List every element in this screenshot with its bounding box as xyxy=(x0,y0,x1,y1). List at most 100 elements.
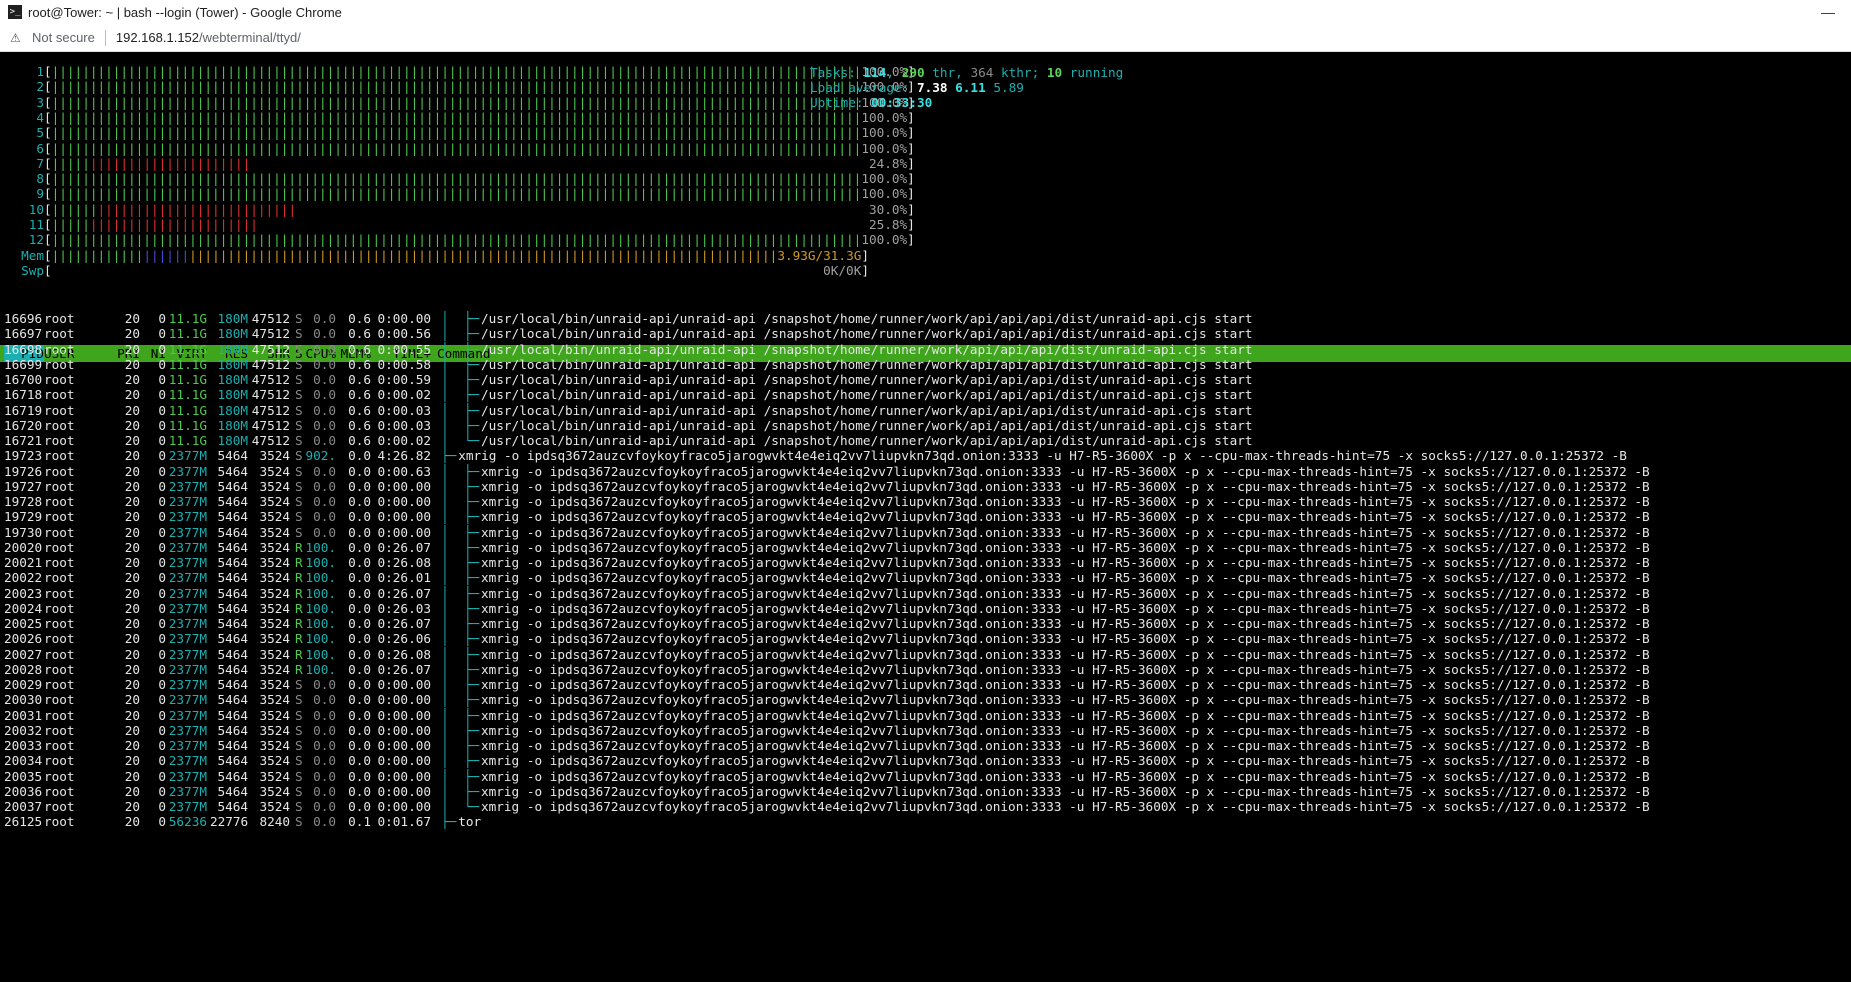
load-5min: 6.11 xyxy=(955,80,986,95)
mem-cell: 0.1 xyxy=(348,814,371,830)
cpu-usage-bar: ||||||||||||||||||||||||||||||||||||||||… xyxy=(52,141,862,156)
load-1min: 7.38 xyxy=(916,80,948,95)
tasks-count: 114 xyxy=(863,65,887,80)
cpu-usage-bar: ||||||||||||||||||||||||||||||||||||||||… xyxy=(52,95,862,110)
cpu-percent: 100.0% xyxy=(861,186,908,202)
running-count: 10 xyxy=(1046,65,1063,80)
meter-close-bracket: ] xyxy=(907,186,915,202)
command-cell: tor xyxy=(458,814,482,830)
tree-branch: ├─ xyxy=(441,814,457,830)
nice-cell: 0 xyxy=(158,814,166,830)
meter-close-bracket: ] xyxy=(907,171,915,187)
cpu-usage-bar: |||||||||||||||||||||||||||||||| xyxy=(52,202,296,217)
address-divider xyxy=(104,29,106,46)
cpu-usage-bar: ||||||||||||||||||||||||||||||||||||||||… xyxy=(52,110,862,125)
meter-close-bracket: ] xyxy=(907,201,915,217)
bar-user-segment: ||||||||||||||||||||||||||||||||||||||||… xyxy=(51,171,862,187)
mem-cache-segment: ||||||||||||||||||||||||||||||||||||||||… xyxy=(189,247,778,263)
virt-cell: 56236 xyxy=(168,814,207,830)
cpu-percent: 100.0% xyxy=(861,125,908,141)
uptime: Uptime: 00:33:30 xyxy=(810,94,932,112)
cpu-percent: 100.0% xyxy=(861,171,908,187)
table-row[interactable]: 26125 root 20 0 56236 22776 8240 S 0.0 0.1 0:01.67… xyxy=(0,813,1851,831)
bar-user-segment: ||||||||||||||||||||||||||||||||||||||||… xyxy=(51,94,862,110)
swap-meter: Swp[ 0K/0K] xyxy=(0,262,869,280)
meter-close-bracket: ] xyxy=(907,125,915,141)
warning-icon[interactable]: ⚠ xyxy=(10,31,24,45)
swap-value: 0K/0K xyxy=(823,262,862,278)
cpu-percent: 25.8% xyxy=(869,217,908,232)
meter-open-bracket: [ xyxy=(44,247,52,263)
meter-open-bracket: [ xyxy=(44,109,52,125)
cpu-usage-bar: ||||||||||||||||||||||||||| xyxy=(52,217,258,232)
cpu-usage-bar: ||||||||||||||||||||||||||||||||||||||||… xyxy=(52,171,862,186)
res-cell: 22776 xyxy=(210,814,249,830)
window-titlebar: >_ root@Tower: ~ | bash --login (Tower) … xyxy=(0,0,1851,25)
load-label: Load average: xyxy=(810,80,910,95)
meter-close-bracket: ] xyxy=(907,232,915,248)
security-label[interactable]: Not secure xyxy=(32,30,95,45)
bar-user-segment: ||||||||||||||||||||||||||||||||||||||||… xyxy=(51,125,862,141)
mem-usage-bar: ||||||||||||||||||||||||||||||||||||||||… xyxy=(52,248,778,263)
mem-buffers-segment: |||||| xyxy=(143,247,190,263)
cpu-percent: 24.8% xyxy=(869,155,908,171)
swap-label: Swp xyxy=(21,262,44,278)
meter-open-bracket: [ xyxy=(44,64,52,79)
load-15min: 5.89 xyxy=(993,80,1024,95)
bar-user-segment: ||||||||||||||||||||||||||||||||||||||||… xyxy=(51,79,862,95)
pid-cell: 26125 xyxy=(4,814,43,830)
uptime-value: 00:33:30 xyxy=(871,95,933,110)
cpu-percent: 100.0% xyxy=(861,232,908,248)
running-label: running xyxy=(1069,65,1124,80)
time-cell: 0:01.67 xyxy=(377,814,431,830)
meter-open-bracket: [ xyxy=(44,140,52,156)
mem-used-segment: |||||||||||| xyxy=(51,247,144,263)
terminal-app-icon: >_ xyxy=(8,5,22,19)
meter-close-bracket: ] xyxy=(861,247,869,263)
url-host[interactable]: 192.168.1.152 xyxy=(116,30,199,45)
cpu-usage-bar: ||||||||||||||||||||||||||||||||||||||||… xyxy=(52,232,862,247)
user-cell: root xyxy=(44,814,75,830)
terminal-screen[interactable]: 1[||||||||||||||||||||||||||||||||||||||… xyxy=(0,52,1851,982)
meter-close-bracket: ] xyxy=(907,109,915,125)
cpu-percent: 100.0% xyxy=(861,109,908,125)
meter-open-bracket: [ xyxy=(44,217,52,232)
cpu-percent: 30.0% xyxy=(868,201,908,217)
cpu-cell: 0.0 xyxy=(313,814,336,830)
meter-close-bracket: ] xyxy=(907,217,915,232)
cpu-usage-bar: ||||||||||||||||||||||||||||||||||||||||… xyxy=(52,186,862,201)
shr-cell: 8240 xyxy=(259,814,290,830)
priority-cell: 20 xyxy=(124,814,140,830)
cpu-usage-bar: ||||||||||||||||||||||||||||||||||||||||… xyxy=(52,79,862,94)
bar-user-segment: ||||||||||||||||||||||||||||||||||||||||… xyxy=(51,232,862,248)
meter-open-bracket: [ xyxy=(44,186,52,202)
meter-open-bracket: [ xyxy=(44,155,52,171)
meter-open-bracket: [ xyxy=(44,232,52,248)
url-path[interactable]: /webterminal/ttyd/ xyxy=(199,30,301,45)
bar-low-segment: ||||| xyxy=(51,155,90,171)
meter-close-bracket: ] xyxy=(861,262,869,278)
address-bar[interactable]: ⚠ Not secure 192.168.1.152/webterminal/t… xyxy=(0,24,1851,52)
meter-open-bracket: [ xyxy=(44,201,52,217)
meter-open-bracket: [ xyxy=(44,262,52,278)
bar-low-segment: |||||| xyxy=(51,201,98,217)
window-title: root@Tower: ~ | bash --login (Tower) - G… xyxy=(28,4,342,20)
bar-user-segment: ||||||||||||||||||||||||||||||||||||||||… xyxy=(51,109,862,125)
bar-kernel-segment: |||||||||||||||||||||||||| xyxy=(97,201,297,217)
meter-close-bracket: ] xyxy=(907,155,915,171)
bar-kernel-segment: |||||||||||||||||||||| xyxy=(89,217,258,232)
kthreads-count: 364 xyxy=(970,65,994,80)
minimize-button[interactable]: — xyxy=(1805,0,1851,24)
meter-open-bracket: [ xyxy=(44,171,52,187)
threads-label: thr, xyxy=(932,65,963,80)
bar-kernel-segment: ||||||||||||||||||||| xyxy=(89,155,251,171)
cpu-usage-bar: |||||||||||||||||||||||||| xyxy=(52,156,251,171)
meter-open-bracket: [ xyxy=(44,94,52,110)
bar-low-segment: ||||| xyxy=(51,217,90,232)
cpu-usage-bar: ||||||||||||||||||||||||||||||||||||||||… xyxy=(52,64,862,79)
cpu-percent: 100.0% xyxy=(861,140,908,156)
kthreads-label: kthr; xyxy=(1001,65,1040,80)
bar-user-segment: ||||||||||||||||||||||||||||||||||||||||… xyxy=(51,64,862,79)
tasks-label: Tasks: xyxy=(810,65,856,80)
meter-open-bracket: [ xyxy=(44,79,52,95)
